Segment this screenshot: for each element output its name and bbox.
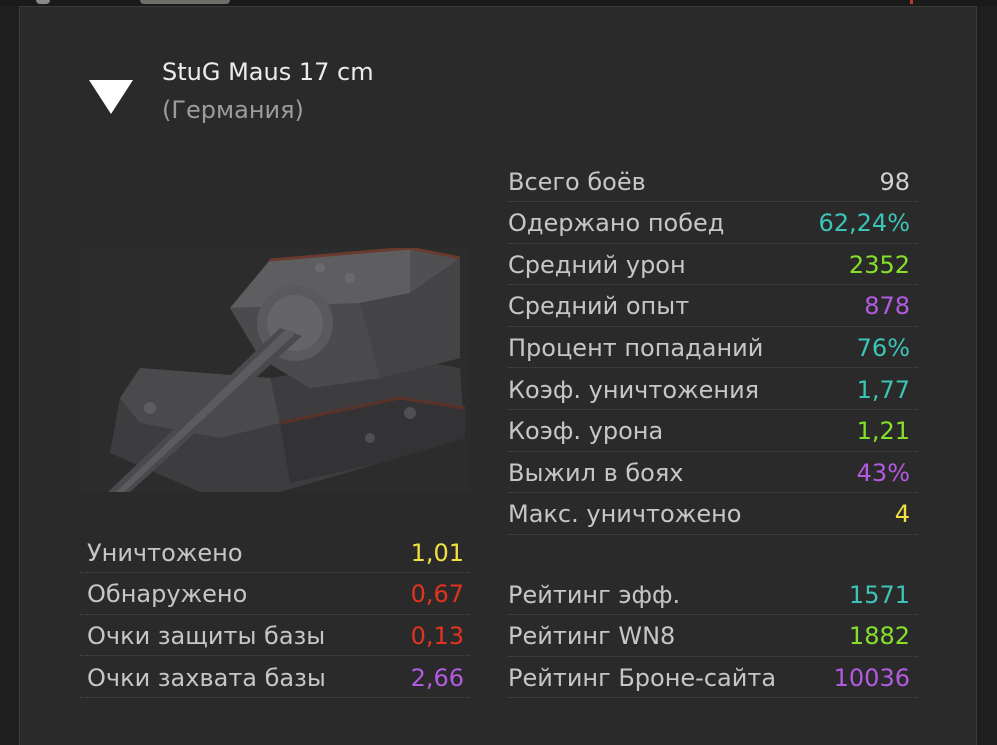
avg-stat-value: 2,66: [410, 663, 464, 692]
avg-stat-label: Очки захвата базы: [87, 663, 326, 692]
rating-value: 10036: [833, 663, 910, 692]
stat-value: 4: [894, 500, 910, 529]
avg-stat-row: Очки защиты базы 0,13: [80, 616, 470, 657]
avg-stat-row: Уничтожено 1,01: [80, 533, 470, 573]
avg-stat-label: Уничтожено: [87, 538, 243, 567]
collapse-triangle-icon[interactable]: [89, 80, 133, 114]
stat-row: Средний опыт 878: [508, 287, 918, 327]
stat-label: Средний опыт: [508, 292, 690, 321]
stat-label: Всего боёв: [508, 167, 646, 196]
stat-value: 62,24%: [818, 209, 910, 238]
rating-row: Рейтинг Броне-сайта 10036: [508, 658, 918, 699]
avg-stat-value: 0,67: [410, 580, 464, 609]
stat-label: Коэф. урона: [508, 417, 664, 446]
rating-label: Рейтинг эфф.: [508, 580, 681, 609]
stat-row: Средний урон 2352: [508, 245, 918, 286]
top-strip-accent: [910, 0, 913, 4]
top-strip-shape: [140, 0, 230, 4]
stat-value: 1,77: [856, 375, 910, 404]
stat-row: Процент попаданий 76%: [508, 328, 918, 369]
vehicle-name: StuG Maus 17 cm: [162, 58, 374, 86]
rating-row: Рейтинг WN8 1882: [508, 617, 918, 657]
stat-label: Коэф. уничтожения: [508, 375, 760, 404]
avg-stat-value: 1,01: [410, 538, 464, 567]
stat-value: 43%: [856, 458, 910, 487]
vehicle-nation: (Германия): [162, 96, 304, 124]
stat-row: Макс. уничтожено 4: [508, 495, 918, 535]
top-strip-shape: [36, 0, 50, 4]
stat-label: Макс. уничтожено: [508, 500, 742, 529]
stat-label: Процент попаданий: [508, 333, 764, 362]
avg-stat-label: Очки защиты базы: [87, 621, 326, 650]
rating-label: Рейтинг Броне-сайта: [508, 663, 777, 692]
rating-label: Рейтинг WN8: [508, 622, 676, 651]
stat-value: 98: [879, 167, 910, 196]
stat-row: Коэф. уничтожения 1,77: [508, 370, 918, 410]
avg-stat-value: 0,13: [410, 621, 464, 650]
rating-value: 1571: [848, 580, 910, 609]
stat-value: 1,21: [856, 417, 910, 446]
tank-image: [80, 248, 470, 492]
stat-label: Выжил в боях: [508, 458, 684, 487]
avg-stat-row: Очки захвата базы 2,66: [80, 658, 470, 699]
stat-value: 2352: [848, 250, 910, 279]
stat-row: Коэф. урона 1,21: [508, 412, 918, 452]
rating-row: Рейтинг эфф. 1571: [508, 575, 918, 615]
stat-value: 76%: [856, 333, 910, 362]
stat-label: Средний урон: [508, 250, 686, 279]
stat-row: Выжил в боях 43%: [508, 453, 918, 494]
avg-stat-label: Обнаружено: [87, 580, 248, 609]
stat-label: Одержано побед: [508, 209, 725, 238]
stat-row: Одержано побед 62,24%: [508, 204, 918, 244]
stat-value: 878: [864, 292, 910, 321]
avg-stat-row: Обнаружено 0,67: [80, 575, 470, 615]
stat-row: Всего боёв 98: [508, 162, 918, 202]
rating-value: 1882: [848, 622, 910, 651]
